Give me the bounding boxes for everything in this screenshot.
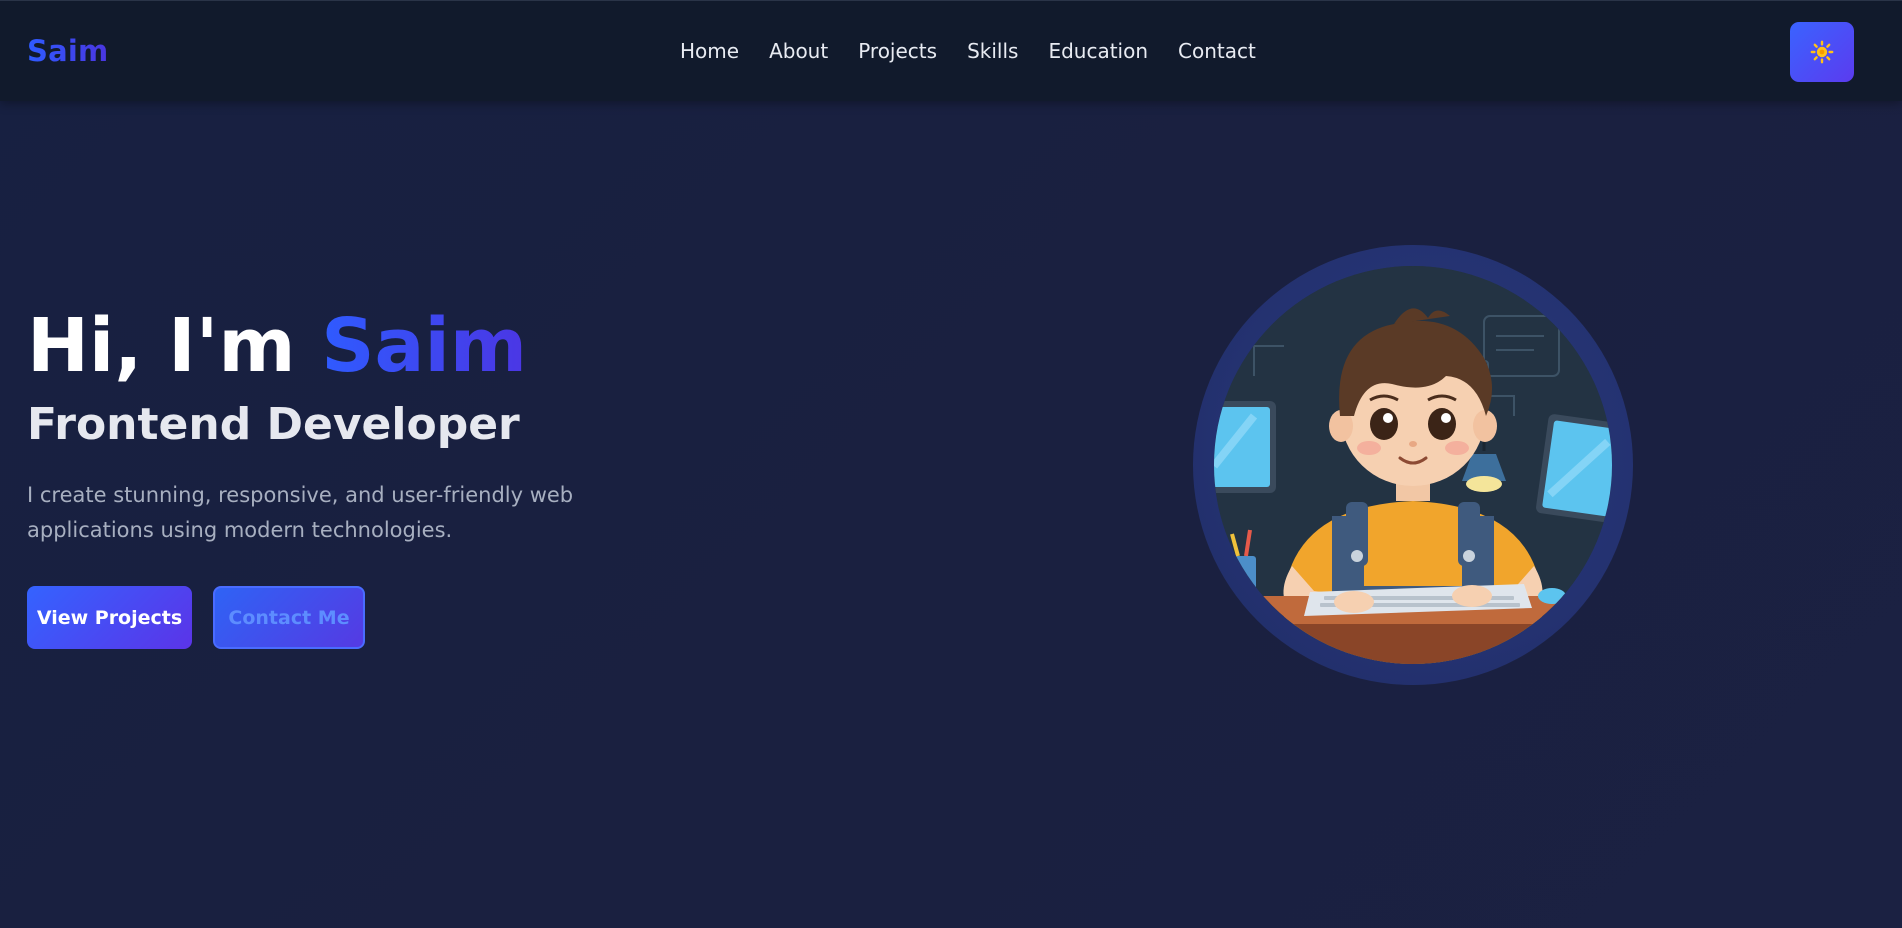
nav-item-about: About [769, 39, 828, 63]
nav-item-education: Education [1048, 39, 1148, 63]
avatar [1214, 266, 1612, 664]
nav-link-home[interactable]: Home [680, 39, 739, 63]
hero-buttons: View Projects Contact Me [27, 586, 747, 649]
sun-icon [1810, 40, 1834, 64]
nav-item-projects: Projects [858, 39, 937, 63]
hero-description: I create stunning, responsive, and user-… [27, 483, 574, 542]
nav-links: Home About Projects Skills Education Con… [680, 39, 1256, 63]
nav-item-skills: Skills [967, 39, 1018, 63]
nav-link-contact[interactable]: Contact [1178, 39, 1256, 63]
hero-role: Frontend Developer [27, 399, 520, 450]
hero-section: Hi, I'm Saim Frontend Developer I create… [27, 298, 747, 649]
developer-illustration [1214, 266, 1612, 664]
nav-item-home: Home [680, 39, 739, 63]
nav-link-about[interactable]: About [769, 39, 828, 63]
nav-link-education[interactable]: Education [1048, 39, 1148, 63]
nav-item-contact: Contact [1178, 39, 1256, 63]
theme-toggle-button[interactable] [1790, 22, 1854, 82]
hero-greeting: Hi, I'm [27, 303, 322, 389]
nav-link-projects[interactable]: Projects [858, 39, 937, 63]
hero-heading: Hi, I'm Saim [27, 298, 747, 394]
hero-name: Saim [321, 303, 527, 389]
site-logo[interactable]: Saim [27, 34, 108, 68]
nav-link-skills[interactable]: Skills [967, 39, 1018, 63]
contact-me-button[interactable]: Contact Me [213, 586, 365, 649]
navbar: Saim Home About Projects Skills Educatio… [0, 0, 1902, 101]
view-projects-button[interactable]: View Projects [27, 586, 192, 649]
hero-image [1193, 245, 1633, 685]
